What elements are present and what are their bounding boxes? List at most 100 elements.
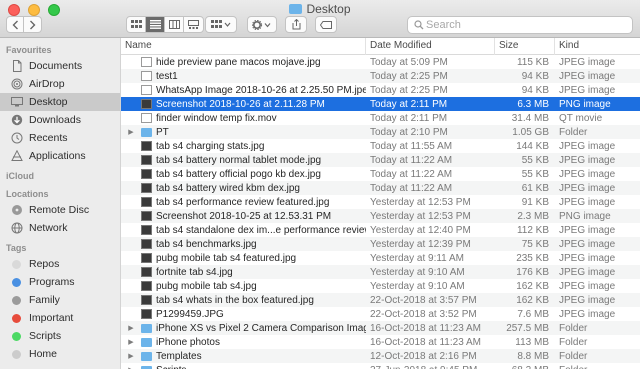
sidebar-item-remote-disc[interactable]: Remote Disc (0, 201, 120, 219)
sidebar-item-programs[interactable]: Programs (0, 273, 120, 291)
list-icon (149, 20, 161, 29)
tag-color-dot-icon (12, 259, 21, 269)
file-size: 144 KB (516, 140, 549, 152)
sidebar-item-label: Documents (29, 60, 83, 72)
file-name-cell: tab s4 battery wired kbm dex.jpg (121, 183, 366, 194)
file-row[interactable]: ▶ iPhone photos 16-Oct-2018 at 11:23 AM 113… (121, 335, 640, 349)
file-list: Name Date Modified Size Kind hide previe… (121, 38, 640, 369)
sidebar-item-label: Repos (29, 258, 60, 270)
sidebar-item-desktop[interactable]: Desktop (0, 93, 120, 111)
file-row[interactable]: tab s4 battery normal tablet mode.jpg Tod… (121, 153, 640, 167)
sidebar-item-recents[interactable]: Recents (0, 129, 120, 147)
applications-icon (10, 150, 23, 163)
view-mode-group (126, 16, 204, 33)
file-date-modified: Today at 11:22 AM (370, 182, 453, 194)
column-header-date-modified[interactable]: Date Modified (366, 38, 495, 55)
list-view-button[interactable] (146, 17, 165, 32)
file-row[interactable]: WhatsApp Image 2018-10-26 at 2.25.50 PM.… (121, 83, 640, 97)
file-row[interactable]: tab s4 whats in the box featured.jpg 22-O… (121, 293, 640, 307)
file-rows: hide preview pane macos mojave.jpg Today … (121, 55, 640, 369)
search-field[interactable] (407, 16, 633, 34)
group-icon (211, 20, 231, 28)
icon-view-button[interactable] (127, 17, 146, 32)
disclosure-triangle-icon[interactable]: ▶ (127, 352, 135, 360)
column-header-kind[interactable]: Kind (555, 38, 640, 55)
back-button[interactable] (6, 16, 24, 33)
file-row[interactable]: tab s4 standalone dex im...e performance… (121, 223, 640, 237)
file-row[interactable]: tab s4 battery wired kbm dex.jpg Today at… (121, 181, 640, 195)
file-date-modified: Yesterday at 12:53 PM (370, 210, 471, 222)
file-row[interactable]: tab s4 benchmarks.jpg Yesterday at 12:39 … (121, 237, 640, 251)
sidebar-item-downloads[interactable]: Downloads (0, 111, 120, 129)
file-name: fortnite tab s4.jpg (156, 266, 233, 278)
column-header-name[interactable]: Name (121, 38, 366, 55)
file-kind: Folder (559, 126, 588, 138)
sidebar-item-scripts[interactable]: Scripts (0, 327, 120, 345)
sidebar: Favourites Documents AirDrop Desktop Downloa… (0, 38, 121, 369)
sidebar-item-label: Remote Disc (29, 204, 90, 216)
remote-disc-icon (10, 204, 23, 217)
downloads-icon (10, 114, 23, 127)
sidebar-item-family[interactable]: Family (0, 291, 120, 309)
sidebar-item-repos[interactable]: Repos (0, 255, 120, 273)
file-row[interactable]: ▶Scripts27-Jun-2018 at 9:45 PM68.2 MBFol… (121, 363, 640, 369)
file-row[interactable]: ▶ iPhone XS vs Pixel 2 Camera Comparison … (121, 321, 640, 335)
file-date-modified: Today at 2:11 PM (370, 98, 448, 110)
folder-icon (141, 127, 152, 137)
file-row[interactable]: pubg mobile tab s4 featured.jpg Yesterday… (121, 251, 640, 265)
edit-tags-button[interactable] (315, 16, 337, 33)
file-row[interactable]: Screenshot 2018-10-26 at 2.11.28 PM Today… (121, 97, 640, 111)
share-button[interactable] (285, 16, 307, 33)
image-file-icon (141, 225, 152, 235)
file-row[interactable]: Screenshot 2018-10-25 at 12.53.31 PM Yest… (121, 209, 640, 223)
search-input[interactable] (426, 18, 626, 32)
file-row[interactable]: ▶ PT Today at 2:10 PM 1.05 GB Folder (121, 125, 640, 139)
sidebar-item-important[interactable]: Important (0, 309, 120, 327)
file-kind: QT movie (559, 112, 603, 124)
file-date-modified: Today at 11:22 AM (370, 168, 453, 180)
disclosure-triangle-icon[interactable]: ▶ (127, 324, 135, 332)
tag-color-dot-icon (12, 277, 21, 287)
file-row[interactable]: tab s4 charging stats.jpg Today at 11:55 … (121, 139, 640, 153)
file-row[interactable]: P1299459.JPG 22-Oct-2018 at 3:52 PM 7.6 MB… (121, 307, 640, 321)
group-by-button[interactable] (205, 16, 237, 33)
file-kind: JPEG image (559, 196, 616, 208)
disclosure-triangle-icon[interactable]: ▶ (127, 338, 135, 346)
file-kind: JPEG image (559, 294, 616, 306)
file-row[interactable]: tab s4 performance review featured.jpg Ye… (121, 195, 640, 209)
file-date-modified: 16-Oct-2018 at 11:23 AM (370, 336, 481, 348)
file-row[interactable]: test1 Today at 2:25 PM 94 KB JPEG image (121, 69, 640, 83)
file-row[interactable]: ▶ Templates 12-Oct-2018 at 2:16 PM 8.8 MB Fo… (121, 349, 640, 363)
sidebar-item-network[interactable]: Network (0, 219, 120, 237)
file-row[interactable]: fortnite tab s4.jpg Yesterday at 9:10 AM 1… (121, 265, 640, 279)
file-kind: JPEG image (559, 238, 616, 250)
file-row[interactable]: hide preview pane macos mojave.jpg Today … (121, 55, 640, 69)
file-row[interactable]: tab s4 battery official pogo kb dex.jpg T… (121, 167, 640, 181)
file-size: 91 KB (521, 196, 549, 208)
column-view-button[interactable] (165, 17, 184, 32)
sidebar-item-documents[interactable]: Documents (0, 57, 120, 75)
file-date-modified: Today at 5:09 PM (370, 56, 448, 68)
file-date-modified: 27-Jun-2018 at 9:45 PM (366, 365, 495, 369)
sidebar-item-label: Scripts (29, 330, 62, 342)
file-name-cell: tab s4 performance review featured.jpg (121, 197, 366, 208)
image-file-icon (141, 99, 152, 109)
disclosure-triangle-icon[interactable]: ▶ (127, 128, 135, 136)
file-name-cell: tab s4 benchmarks.jpg (121, 239, 366, 250)
sidebar-section-tags: Tags (6, 243, 27, 253)
sidebar-item-applications[interactable]: Applications (0, 147, 120, 165)
action-menu-button[interactable] (247, 16, 277, 33)
column-header-size[interactable]: Size (495, 38, 555, 55)
sidebar-item-home[interactable]: Home (0, 345, 120, 363)
file-name-cell: tab s4 whats in the box featured.jpg (121, 295, 366, 306)
gallery-view-button[interactable] (184, 17, 203, 32)
file-row[interactable]: finder window temp fix.mov Today at 2:11 … (121, 111, 640, 125)
file-date-modified: Yesterday at 9:10 AM (370, 280, 465, 292)
file-date-modified: Today at 11:55 AM (370, 140, 453, 152)
sidebar-item-label: Desktop (29, 96, 68, 108)
file-row[interactable]: pubg mobile tab s4.jpg Yesterday at 9:10 … (121, 279, 640, 293)
sidebar-item-airdrop[interactable]: AirDrop (0, 75, 120, 93)
search-icon (414, 20, 424, 30)
forward-button[interactable] (24, 16, 42, 33)
recents-icon (10, 132, 23, 145)
